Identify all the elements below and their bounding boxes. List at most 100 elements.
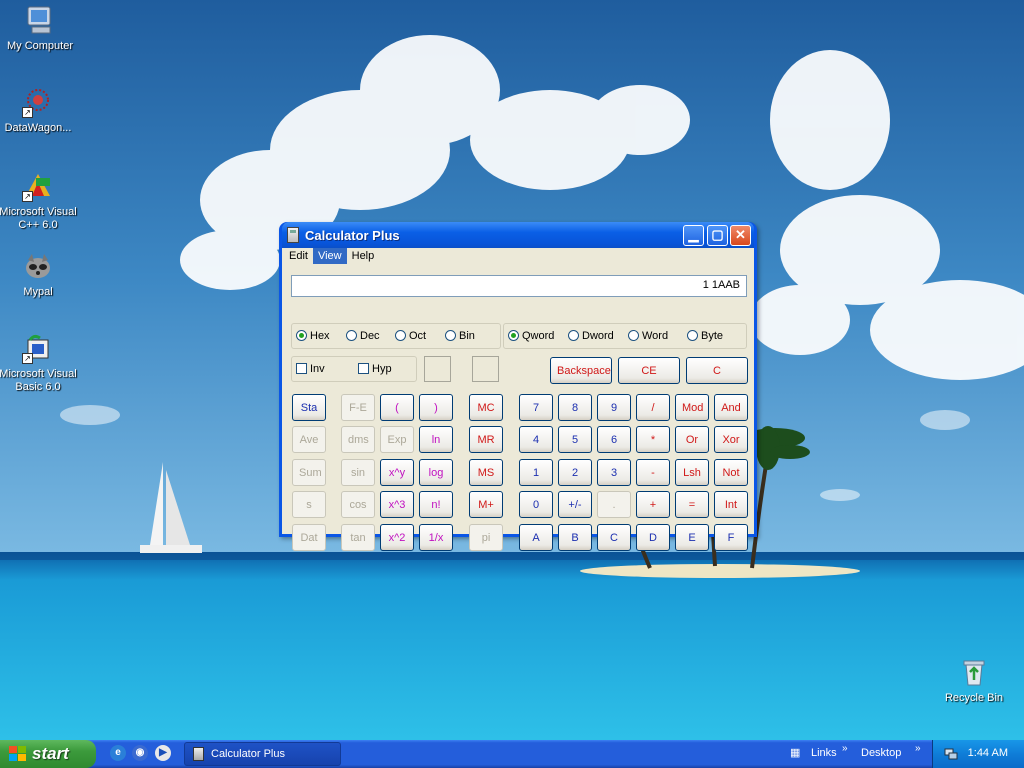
subtract-button[interactable]: - — [636, 459, 670, 486]
digit-0-button[interactable]: 0 — [519, 491, 553, 518]
factorial-button[interactable]: n! — [419, 491, 453, 518]
tan-button[interactable]: tan — [341, 524, 375, 551]
lsh-button[interactable]: Lsh — [675, 459, 709, 486]
network-tray-icon[interactable] — [944, 746, 958, 760]
hex-f-button[interactable]: F — [714, 524, 748, 551]
digit-2-button[interactable]: 2 — [558, 459, 592, 486]
menu-view[interactable]: View — [312, 248, 347, 264]
x-squared-button[interactable]: x^2 — [380, 524, 414, 551]
decimal-point-button[interactable]: . — [597, 491, 631, 518]
memory-recall-button[interactable]: MR — [469, 426, 503, 453]
taskbar-item-calculator[interactable]: Calculator Plus — [184, 742, 341, 766]
radio-hex[interactable]: Hex — [296, 330, 330, 342]
divide-button[interactable]: / — [636, 394, 670, 421]
multiply-button[interactable]: * — [636, 426, 670, 453]
memory-clear-button[interactable]: MC — [469, 394, 503, 421]
clock[interactable]: 1:44 AM — [968, 747, 1008, 759]
menu-help[interactable]: Help — [347, 248, 380, 264]
desktop-icon-my-computer[interactable]: My Computer — [0, 4, 80, 53]
open-paren-button[interactable]: ( — [380, 394, 414, 421]
mod-button[interactable]: Mod — [675, 394, 709, 421]
exp-button[interactable]: Exp — [380, 426, 414, 453]
digit-9-button[interactable]: 9 — [597, 394, 631, 421]
digit-1-button[interactable]: 1 — [519, 459, 553, 486]
hex-e-button[interactable]: E — [675, 524, 709, 551]
desktop-icon-visual-cpp[interactable]: ↗ Microsoft Visual C++ 6.0 — [0, 170, 78, 232]
menu-bar: Edit View Help — [282, 248, 754, 266]
f-e-button[interactable]: F-E — [341, 394, 375, 421]
radio-dec[interactable]: Dec — [346, 330, 380, 342]
hex-a-button[interactable]: A — [519, 524, 553, 551]
clear-entry-button[interactable]: CE — [618, 357, 680, 384]
close-paren-button[interactable]: ) — [419, 394, 453, 421]
xor-button[interactable]: Xor — [714, 426, 748, 453]
computer-icon — [24, 4, 56, 36]
ave-button[interactable]: Ave — [292, 426, 326, 453]
digit-6-button[interactable]: 6 — [597, 426, 631, 453]
not-button[interactable]: Not — [714, 459, 748, 486]
sta-button[interactable]: Sta — [292, 394, 326, 421]
links-toolbar-icon: ▦ — [790, 747, 801, 759]
int-button[interactable]: Int — [714, 491, 748, 518]
reciprocal-button[interactable]: 1/x — [419, 524, 453, 551]
radio-oct[interactable]: Oct — [395, 330, 426, 342]
digit-4-button[interactable]: 4 — [519, 426, 553, 453]
memory-add-button[interactable]: M+ — [469, 491, 503, 518]
dms-button[interactable]: dms — [341, 426, 375, 453]
windows-flag-icon — [9, 746, 26, 761]
desktop-toolbar[interactable]: Desktop — [861, 747, 901, 759]
chevron-more-icon[interactable]: » — [842, 743, 848, 754]
sum-button[interactable]: Sum — [292, 459, 326, 486]
checkbox-inv[interactable]: Inv — [296, 363, 325, 375]
digit-3-button[interactable]: 3 — [597, 459, 631, 486]
links-toolbar[interactable]: Links — [811, 747, 837, 759]
hex-c-button[interactable]: C — [597, 524, 631, 551]
add-button[interactable]: + — [636, 491, 670, 518]
desktop-icon-visual-basic[interactable]: ↗ Microsoft Visual Basic 6.0 — [0, 332, 78, 394]
chevron-more-icon[interactable]: » — [915, 743, 921, 754]
memory-store-button[interactable]: MS — [469, 459, 503, 486]
digit-7-button[interactable]: 7 — [519, 394, 553, 421]
or-button[interactable]: Or — [675, 426, 709, 453]
digit-5-button[interactable]: 5 — [558, 426, 592, 453]
pi-button[interactable]: pi — [469, 524, 503, 551]
radio-bin[interactable]: Bin — [445, 330, 475, 342]
digit-8-button[interactable]: 8 — [558, 394, 592, 421]
equals-button[interactable]: = — [675, 491, 709, 518]
backspace-button[interactable]: Backspace — [550, 357, 612, 384]
number-base-group: Hex Dec Oct Bin — [291, 323, 501, 349]
desktop-icon-mypal[interactable]: Mypal — [0, 250, 78, 299]
radio-qword[interactable]: Qword — [508, 330, 554, 342]
hex-b-button[interactable]: B — [558, 524, 592, 551]
radio-dword[interactable]: Dword — [568, 330, 614, 342]
cos-button[interactable]: cos — [341, 491, 375, 518]
radio-word[interactable]: Word — [628, 330, 668, 342]
ln-button[interactable]: ln — [419, 426, 453, 453]
s-button[interactable]: s — [292, 491, 326, 518]
radio-byte[interactable]: Byte — [687, 330, 723, 342]
sign-toggle-button[interactable]: +/- — [558, 491, 592, 518]
and-button[interactable]: And — [714, 394, 748, 421]
close-button[interactable]: ✕ — [730, 225, 751, 246]
window-titlebar[interactable]: Calculator Plus ▁ ▢ ✕ — [282, 222, 754, 248]
sin-button[interactable]: sin — [341, 459, 375, 486]
x-cubed-button[interactable]: x^3 — [380, 491, 414, 518]
hex-d-button[interactable]: D — [636, 524, 670, 551]
start-button[interactable]: start — [0, 740, 96, 768]
checkbox-hyp[interactable]: Hyp — [358, 363, 392, 375]
desktop-icon-label: Mypal — [23, 286, 53, 298]
desktop-icon-recycle-bin[interactable]: Recycle Bin — [934, 656, 1014, 705]
memory-indicator — [472, 356, 499, 382]
minimize-button[interactable]: ▁ — [683, 225, 704, 246]
clear-button[interactable]: C — [686, 357, 748, 384]
log-button[interactable]: log — [419, 459, 453, 486]
media-player-icon[interactable]: ▶ — [155, 745, 171, 761]
internet-explorer-icon[interactable]: e — [110, 745, 126, 761]
quick-launch-app-icon[interactable]: ◉ — [132, 745, 148, 761]
menu-edit[interactable]: Edit — [284, 248, 313, 264]
desktop-icon-label: My Computer — [6, 40, 74, 52]
maximize-button[interactable]: ▢ — [707, 225, 728, 246]
dat-button[interactable]: Dat — [292, 524, 326, 551]
desktop-icon-datawagon[interactable]: ↗ DataWagon... — [0, 86, 78, 135]
x-pow-y-button[interactable]: x^y — [380, 459, 414, 486]
